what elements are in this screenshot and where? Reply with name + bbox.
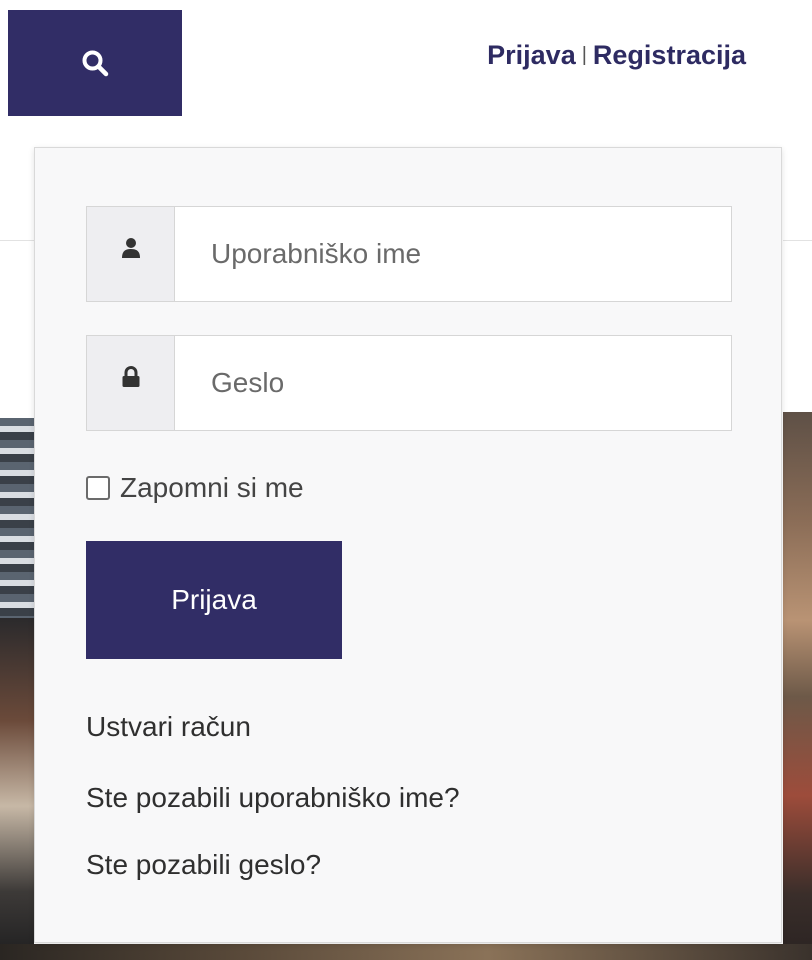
login-button[interactable]: Prijava xyxy=(86,541,342,659)
password-input-group xyxy=(86,335,732,431)
create-account-link[interactable]: Ustvari račun xyxy=(86,711,251,743)
forgot-password-link[interactable]: Ste pozabili geslo? xyxy=(86,849,321,881)
search-icon xyxy=(82,50,109,77)
remember-me-label: Zapomni si me xyxy=(120,472,304,503)
username-addon xyxy=(87,207,175,301)
auth-separator: | xyxy=(581,44,587,66)
password-input[interactable] xyxy=(175,336,731,430)
password-addon xyxy=(87,336,175,430)
register-link[interactable]: Registracija xyxy=(593,40,746,70)
remember-me-checkbox[interactable] xyxy=(86,476,110,500)
background-photo-bottom xyxy=(0,944,812,960)
header-divider xyxy=(0,240,34,241)
header-divider xyxy=(783,240,812,241)
login-link[interactable]: Prijava xyxy=(487,40,576,70)
remember-me[interactable]: Zapomni si me xyxy=(86,472,304,504)
username-input-group xyxy=(86,206,732,302)
forgot-username-link[interactable]: Ste pozabili uporabniško ime? xyxy=(86,782,460,814)
username-input[interactable] xyxy=(175,207,731,301)
background-photo-right xyxy=(783,412,812,960)
background-photo-left xyxy=(0,418,34,960)
auth-links: Prijava | Registracija xyxy=(487,40,746,71)
user-icon xyxy=(121,238,140,258)
lock-icon xyxy=(122,366,139,387)
search-button[interactable] xyxy=(8,10,182,116)
login-dropdown: Zapomni si me Prijava Ustvari račun Ste … xyxy=(34,147,782,943)
